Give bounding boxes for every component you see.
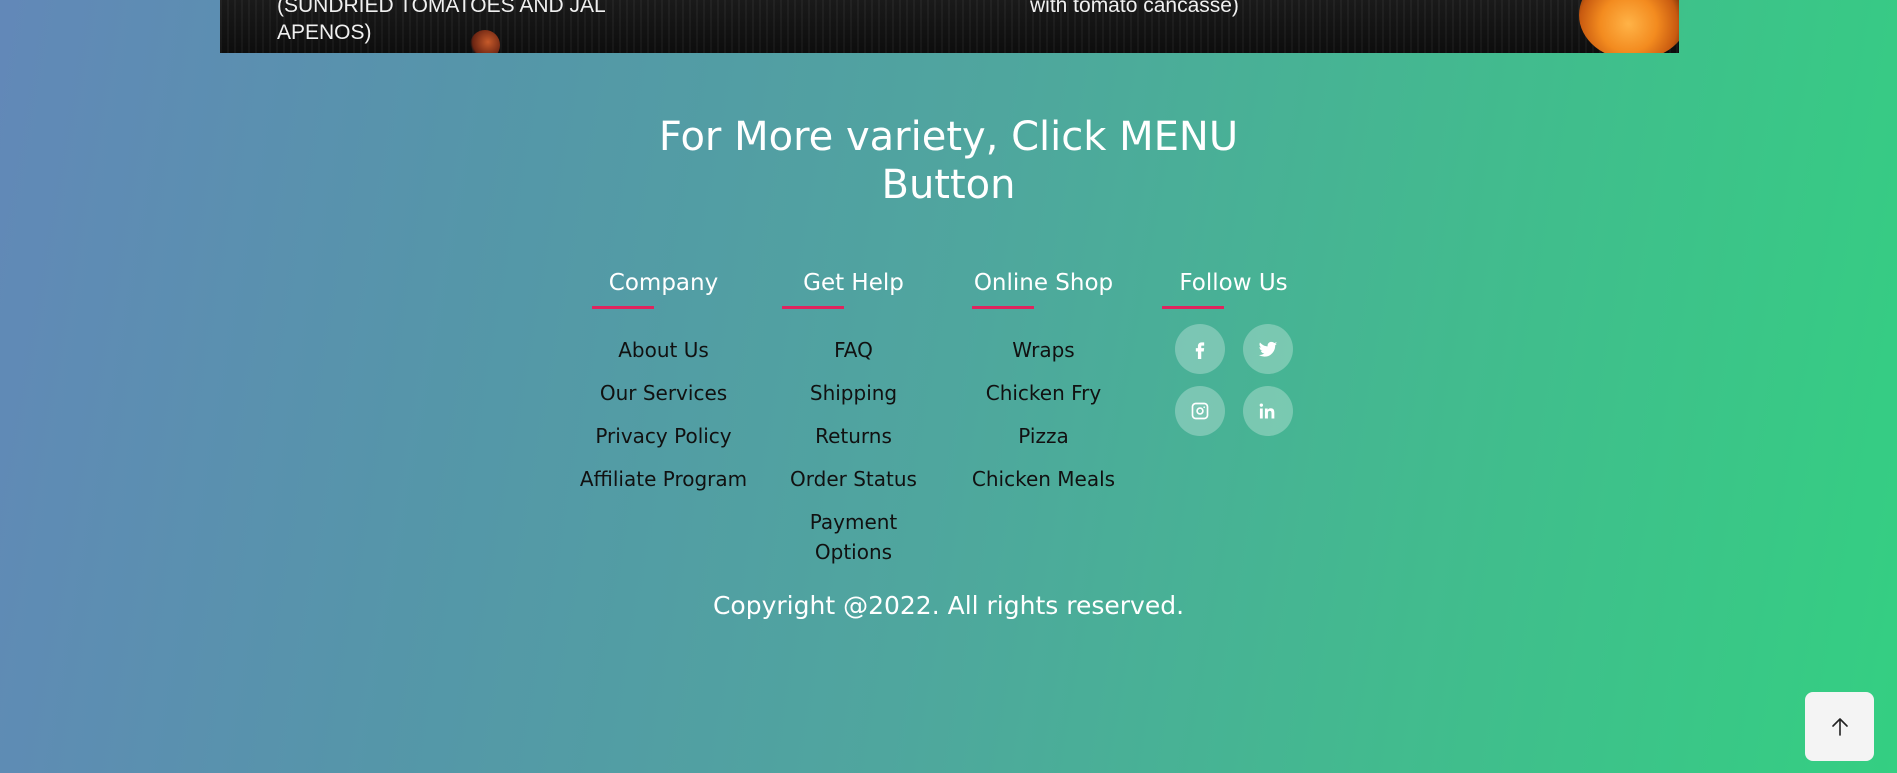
twitter-icon — [1258, 341, 1277, 357]
online-shop-links: Wraps Chicken Fry Pizza Chicken Meals — [949, 335, 1139, 494]
footer-link-chicken-fry[interactable]: Chicken Fry — [949, 378, 1139, 408]
footer-column-get-help: Get Help FAQ Shipping Returns Order Stat… — [759, 265, 949, 580]
footer-link-about-us[interactable]: About Us — [569, 335, 759, 365]
footer-column-follow-us: Follow Us — [1139, 265, 1329, 580]
footer-link-wraps[interactable]: Wraps — [949, 335, 1139, 365]
footer-columns: Company About Us Our Services Privacy Po… — [0, 265, 1897, 580]
instagram-icon — [1191, 402, 1208, 420]
social-links — [1139, 324, 1329, 436]
company-links: About Us Our Services Privacy Policy Aff… — [569, 335, 759, 494]
twitter-link[interactable] — [1242, 324, 1293, 374]
scroll-to-top-button[interactable] — [1805, 692, 1874, 761]
footer-link-faq[interactable]: FAQ — [759, 335, 949, 365]
instagram-link[interactable] — [1174, 386, 1225, 436]
facebook-link[interactable] — [1174, 324, 1225, 374]
footer-link-returns[interactable]: Returns — [759, 421, 949, 451]
footer-link-our-services[interactable]: Our Services — [569, 378, 759, 408]
menu-cta-heading: For More variety, Click MENU Button — [658, 114, 1239, 208]
dish-image-right — [1579, 0, 1679, 53]
linkedin-link[interactable] — [1242, 386, 1293, 436]
footer-link-payment-options[interactable]: Payment Options — [759, 507, 949, 567]
footer-heading-online-shop: Online Shop — [973, 270, 1114, 296]
footer-heading-get-help: Get Help — [803, 270, 904, 296]
banner-caption-left: (SUNDRIED TOMATOES AND JAL APENOS) — [277, 0, 605, 44]
footer-link-privacy-policy[interactable]: Privacy Policy — [569, 421, 759, 451]
heading-underline — [1161, 306, 1224, 309]
footer-column-company: Company About Us Our Services Privacy Po… — [569, 265, 759, 580]
footer-link-order-status[interactable]: Order Status — [759, 464, 949, 494]
footer-link-shipping[interactable]: Shipping — [759, 378, 949, 408]
footer-heading-company: Company — [608, 270, 719, 296]
get-help-links: FAQ Shipping Returns Order Status Paymen… — [759, 335, 949, 567]
footer-link-pizza[interactable]: Pizza — [949, 421, 1139, 451]
facebook-icon — [1195, 342, 1204, 359]
heading-underline — [591, 306, 654, 309]
arrow-up-icon — [1831, 717, 1848, 736]
banner-caption-right: with tomato cancasse) — [1030, 0, 1239, 17]
copyright-text: Copyright @2022. All rights reserved. — [712, 591, 1185, 620]
food-banner-image: (SUNDRIED TOMATOES AND JAL APENOS) with … — [220, 0, 1679, 53]
footer-column-online-shop: Online Shop Wraps Chicken Fry Pizza Chic… — [949, 265, 1139, 580]
footer-heading-follow-us: Follow Us — [1179, 270, 1288, 296]
heading-underline — [971, 306, 1034, 309]
footer-link-chicken-meals[interactable]: Chicken Meals — [949, 464, 1139, 494]
footer-link-affiliate-program[interactable]: Affiliate Program — [569, 464, 759, 494]
heading-underline — [781, 306, 844, 309]
linkedin-icon — [1259, 403, 1274, 419]
